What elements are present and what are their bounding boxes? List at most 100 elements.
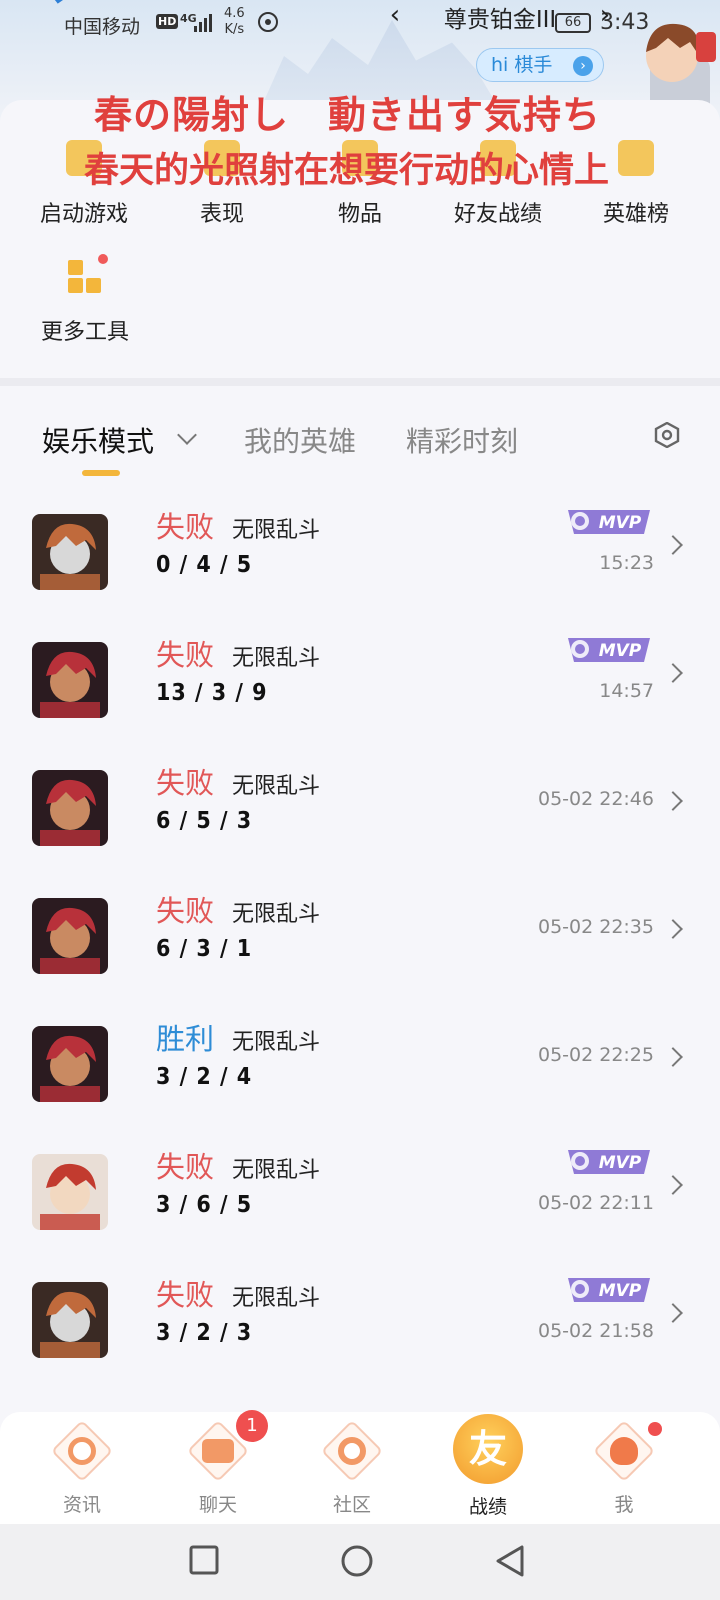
tab-entertainment-mode[interactable]: 娱乐模式 (42, 420, 154, 460)
active-tab-indicator (82, 470, 120, 476)
hero-avatar (32, 514, 108, 590)
caption-japanese: 春の陽射し 動き出す気持ち (94, 92, 602, 137)
match-row[interactable]: 失败 无限乱斗 3 / 2 / 3 MVP 05-02 21:58 (0, 1268, 720, 1396)
match-result: 失败 (156, 510, 215, 544)
notification-dot (98, 254, 108, 264)
mvp-text: MVP (599, 641, 642, 661)
greeting-label: hi 棋手 (491, 54, 553, 76)
hero-avatar (32, 1282, 108, 1358)
network-speed: 4.6 K/s (224, 6, 245, 38)
mvp-text: MVP (599, 1281, 642, 1301)
match-row[interactable]: 失败 无限乱斗 13 / 3 / 9 MVP 14:57 (0, 628, 720, 756)
mvp-badge: MVP (568, 1150, 650, 1174)
match-time: 05-02 22:35 (537, 916, 654, 938)
match-row[interactable]: 失败 无限乱斗 3 / 6 / 5 MVP 05-02 22:11 (0, 1140, 720, 1268)
nav-label: 聊天 (198, 1494, 237, 1516)
match-row[interactable]: 失败 无限乱斗 6 / 3 / 1 05-02 22:35 (0, 884, 720, 1012)
network-speed-unit: K/s (224, 22, 245, 37)
chevron-right-icon: › (573, 56, 593, 76)
hero-avatar (32, 642, 108, 718)
hd-badge: HD (156, 14, 179, 29)
match-result: 失败 (156, 1150, 215, 1184)
news-icon (50, 1419, 114, 1483)
system-navigation-bar (0, 1524, 720, 1600)
hero-avatar (32, 1026, 108, 1102)
nav-profile[interactable]: 我 (564, 1412, 684, 1524)
match-result: 胜利 (156, 1022, 215, 1056)
chevron-right-icon (663, 791, 683, 811)
match-row[interactable]: 失败 无限乱斗 6 / 5 / 3 05-02 22:46 (0, 756, 720, 884)
tool-label: 更多工具 (40, 320, 129, 345)
match-time: 14:57 (599, 680, 654, 702)
match-time: 05-02 21:58 (537, 1320, 654, 1342)
rank-switcher: ‹ 尊贵铂金III › (380, 0, 620, 34)
match-row[interactable]: 胜利 无限乱斗 3 / 2 / 4 05-02 22:25 (0, 1012, 720, 1140)
section-divider (0, 378, 720, 386)
match-kda: 3 / 6 / 5 (156, 1192, 253, 1218)
recent-apps-icon[interactable] (188, 1544, 220, 1576)
nav-label: 我 (614, 1494, 634, 1516)
mvp-badge: MVP (568, 638, 650, 662)
tool-label: 好友战绩 (453, 202, 542, 227)
tab-highlights[interactable]: 精彩时刻 (406, 420, 518, 460)
bottom-navigation: 资讯 1 聊天 社区 友 战绩 我 (0, 1410, 720, 1524)
rank-title: 尊贵铂金III (443, 7, 557, 33)
match-mode: 无限乱斗 (232, 774, 321, 799)
tab-my-heroes[interactable]: 我的英雄 (244, 420, 356, 460)
tool-label: 启动游戏 (39, 202, 128, 227)
grid-icon (68, 254, 108, 294)
nav-news[interactable]: 资讯 (22, 1412, 142, 1524)
mvp-text: MVP (599, 1153, 642, 1173)
match-kda: 3 / 2 / 3 (156, 1320, 253, 1346)
chevron-right-icon (663, 1303, 683, 1323)
home-icon[interactable] (340, 1544, 374, 1578)
chevron-right-icon (663, 535, 683, 555)
nav-records[interactable]: 友 战绩 (428, 1412, 548, 1524)
match-mode: 无限乱斗 (232, 1286, 321, 1311)
greeting-badge[interactable]: hi 棋手 › (476, 48, 604, 82)
notification-dot (648, 1422, 662, 1436)
tool-label: 物品 (337, 202, 382, 227)
match-result: 失败 (156, 766, 215, 800)
match-mode: 无限乱斗 (232, 1158, 321, 1183)
medal-icon (618, 140, 654, 176)
match-result: 失败 (156, 894, 215, 928)
match-time: 05-02 22:25 (537, 1044, 654, 1066)
match-kda: 0 / 4 / 5 (156, 552, 253, 578)
match-kda: 6 / 5 / 3 (156, 808, 253, 834)
hotspot-icon (258, 12, 278, 32)
nav-chat[interactable]: 1 聊天 (158, 1410, 278, 1524)
match-mode: 无限乱斗 (232, 518, 321, 543)
chevron-right-icon (663, 1175, 683, 1195)
match-time: 05-02 22:11 (537, 1192, 654, 1214)
match-kda: 6 / 3 / 1 (156, 936, 253, 962)
match-mode: 无限乱斗 (232, 1030, 321, 1055)
match-time: 15:23 (599, 552, 654, 574)
signal-icon (194, 14, 212, 32)
mvp-badge: MVP (568, 1278, 650, 1302)
nav-label: 资讯 (62, 1494, 101, 1516)
match-kda: 13 / 3 / 9 (156, 680, 268, 706)
nav-community[interactable]: 社区 (292, 1412, 412, 1524)
record-icon: 友 (453, 1414, 523, 1484)
back-icon[interactable] (494, 1544, 526, 1578)
nav-label: 战绩 (468, 1496, 507, 1518)
match-kda: 3 / 2 / 4 (156, 1064, 253, 1090)
match-result: 失败 (156, 1278, 215, 1312)
match-time: 05-02 22:46 (537, 788, 654, 810)
rank-next-button[interactable]: › (590, 0, 620, 30)
tool-more[interactable]: 更多工具 (30, 254, 140, 346)
match-row[interactable]: 失败 无限乱斗 0 / 4 / 5 MVP 15:23 (0, 500, 720, 628)
network-speed-value: 4.6 (224, 6, 245, 21)
chevron-right-icon (663, 1047, 683, 1067)
chevron-down-icon[interactable] (177, 425, 197, 445)
carrier-name: 中国移动 (64, 16, 141, 38)
profile-icon (592, 1419, 656, 1483)
mvp-badge: MVP (568, 510, 650, 534)
chevron-right-icon (663, 919, 683, 939)
nav-label: 社区 (332, 1494, 371, 1516)
caption-chinese: 春天的光照射在想要行动的心情上 (84, 150, 610, 191)
hero-avatar (32, 898, 108, 974)
settings-icon[interactable] (654, 422, 680, 448)
chat-unread-badge: 1 (236, 1410, 268, 1442)
